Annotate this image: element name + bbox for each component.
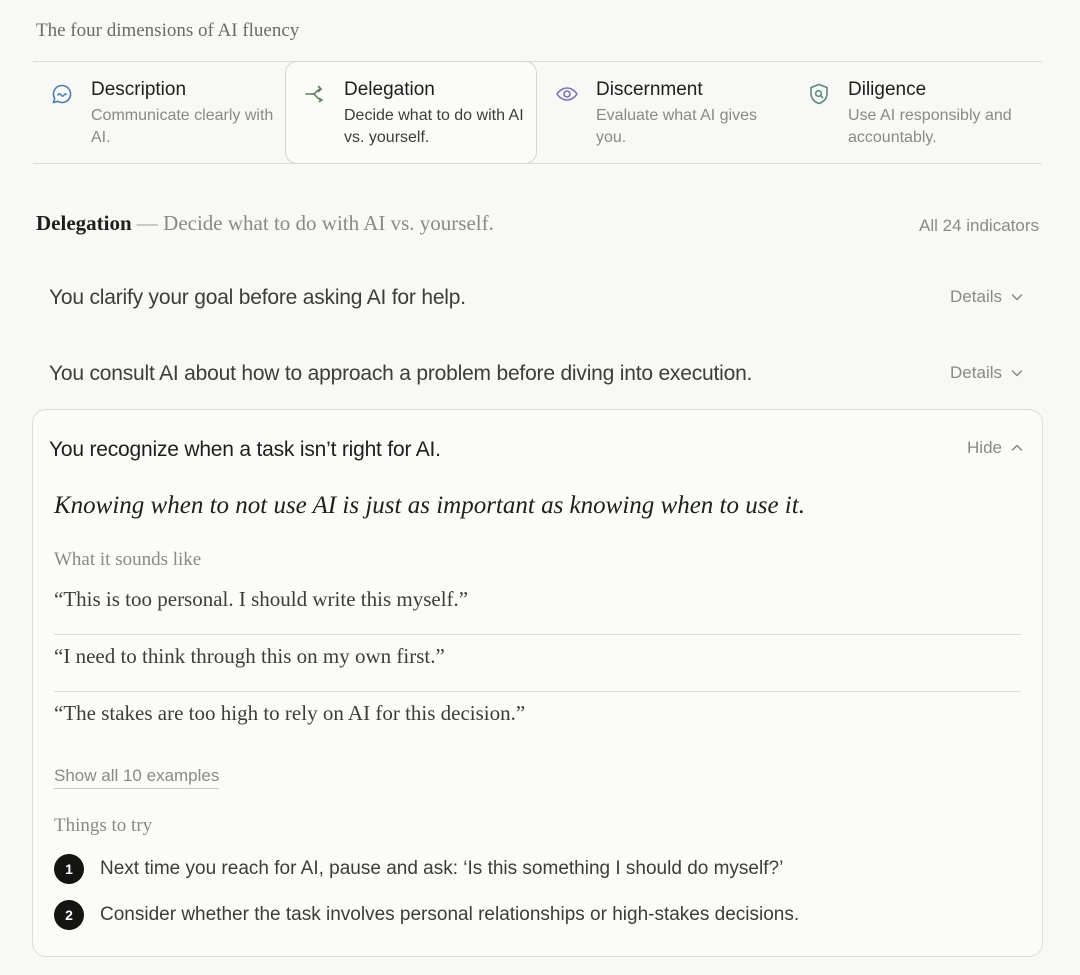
tab-description-text: Evaluate what AI gives you.: [596, 107, 757, 146]
branch-arrow-icon: [303, 82, 327, 106]
eye-icon: [555, 82, 579, 106]
hide-toggle[interactable]: Hide: [967, 438, 1024, 458]
hide-label: Hide: [967, 438, 1002, 457]
dimension-tabs: Description Communicate clearly with AI.…: [33, 61, 1042, 164]
indicator-row[interactable]: You consult AI about how to approach a p…: [49, 353, 1024, 393]
page-heading: The four dimensions of AI fluency: [36, 20, 300, 41]
tab-description-text: Decide what to do with AI vs. yourself.: [344, 107, 524, 146]
show-all-examples-link[interactable]: Show all 10 examples: [54, 766, 220, 789]
chevron-up-icon: [1011, 444, 1023, 451]
example-item: “I need to think through this on my own …: [54, 635, 1021, 692]
things-to-try-item: 2 Consider whether the task involves per…: [54, 899, 799, 931]
step-number-badge: 2: [54, 900, 84, 930]
example-item: “The stakes are too high to rely on AI f…: [54, 692, 1021, 749]
indicator-quote: Knowing when to not use AI is just as im…: [54, 492, 805, 519]
sounds-like-label: What it sounds like: [54, 549, 202, 570]
chat-bubble-icon: [50, 82, 74, 106]
tab-description-text: Communicate clearly with AI.: [91, 107, 274, 146]
section-separator: —: [136, 211, 158, 235]
details-toggle[interactable]: Details: [950, 363, 1024, 383]
details-toggle[interactable]: Details: [950, 287, 1024, 307]
tab-description[interactable]: Description Communicate clearly with AI.: [33, 62, 285, 163]
section-title: Delegation: [36, 211, 132, 235]
indicator-text: You consult AI about how to approach a p…: [49, 362, 753, 385]
things-to-try-item: 1 Next time you reach for AI, pause and …: [54, 853, 783, 885]
tab-title: Description: [91, 79, 187, 100]
indicator-text: You clarify your goal before asking AI f…: [49, 286, 466, 309]
expanded-indicator-card: You recognize when a task isn’t right fo…: [32, 409, 1043, 957]
all-indicators-link[interactable]: All 24 indicators: [919, 216, 1039, 236]
tab-description-text: Use AI responsibly and accountably.: [848, 107, 1012, 146]
example-text: “The stakes are too high to rely on AI f…: [54, 701, 526, 725]
step-number-badge: 1: [54, 854, 84, 884]
tab-title: Delegation: [344, 79, 435, 100]
shield-icon: [807, 82, 831, 106]
tab-title: Diligence: [848, 79, 927, 100]
chevron-down-icon: [1011, 370, 1023, 377]
tab-delegation[interactable]: Delegation Decide what to do with AI vs.…: [285, 61, 537, 164]
chevron-down-icon: [1011, 294, 1023, 301]
things-to-try-label: Things to try: [54, 815, 153, 836]
section-subtitle: Decide what to do with AI vs. yourself.: [163, 211, 494, 235]
tab-diligence[interactable]: Diligence Use AI responsibly and account…: [790, 62, 1042, 163]
example-item: “This is too personal. I should write th…: [54, 578, 1021, 635]
things-to-try-text: Consider whether the task involves perso…: [100, 904, 800, 925]
details-label: Details: [950, 287, 1002, 306]
tab-title: Discernment: [596, 79, 703, 100]
indicator-row[interactable]: You clarify your goal before asking AI f…: [49, 277, 1024, 317]
section-header: Delegation — Decide what to do with AI v…: [36, 211, 494, 236]
things-to-try-text: Next time you reach for AI, pause and as…: [100, 858, 784, 879]
example-text: “I need to think through this on my own …: [54, 644, 445, 668]
indicator-title: You recognize when a task isn’t right fo…: [49, 438, 441, 461]
example-text: “This is too personal. I should write th…: [54, 587, 469, 611]
tab-discernment[interactable]: Discernment Evaluate what AI gives you.: [538, 62, 790, 163]
details-label: Details: [950, 363, 1002, 382]
